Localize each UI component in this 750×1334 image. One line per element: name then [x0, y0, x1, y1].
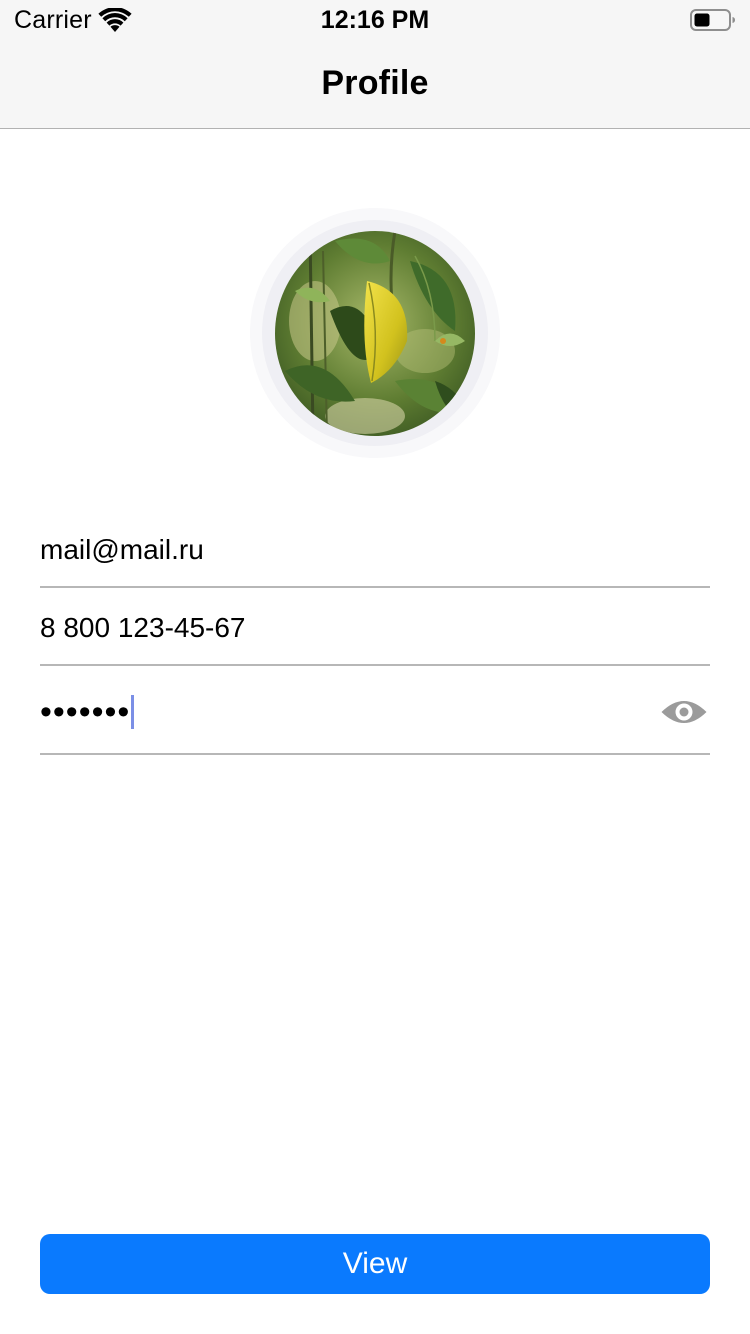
navigation-header: Carrier 12:16 PM Profile	[0, 0, 750, 129]
avatar[interactable]	[275, 231, 475, 436]
status-bar: Carrier 12:16 PM	[0, 0, 750, 40]
password-field[interactable]: •••••••	[40, 676, 710, 755]
page-title: Profile	[321, 64, 429, 102]
text-cursor	[131, 695, 135, 729]
email-input[interactable]: mail@mail.ru	[40, 534, 204, 566]
phone-field[interactable]: 8 800 123-45-67	[40, 598, 710, 666]
avatar-photo	[275, 231, 475, 436]
profile-screen: Carrier 12:16 PM Profile mail@mail.ru 8 …	[0, 0, 750, 1334]
password-input[interactable]: •••••••	[40, 693, 135, 731]
battery-icon	[690, 9, 735, 31]
password-masked-value: •••••••	[40, 693, 131, 731]
eye-icon[interactable]	[660, 696, 708, 728]
phone-input[interactable]: 8 800 123-45-67	[40, 612, 246, 644]
email-field[interactable]: mail@mail.ru	[40, 520, 710, 588]
status-time: 12:16 PM	[320, 6, 430, 34]
view-button[interactable]: View	[40, 1234, 710, 1294]
